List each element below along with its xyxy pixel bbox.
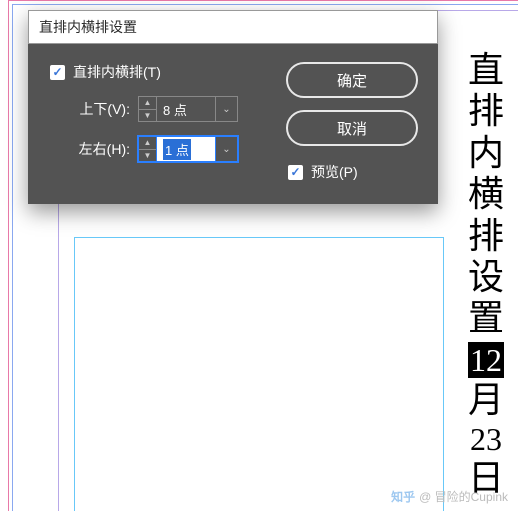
glyph: 月 <box>468 380 504 421</box>
glyph: 23 <box>470 421 502 458</box>
vertical-offset-spinner: ▲ ▼ <box>138 96 156 122</box>
vertical-offset-value: 8 点 <box>163 100 187 119</box>
tatechuyoko-checkbox[interactable]: ✓ <box>50 65 65 80</box>
ok-button-label: 确定 <box>337 70 367 91</box>
horizontal-offset-input[interactable]: 1 点 <box>156 136 216 162</box>
tatechuyoko-dialog: 直排内横排设置 ✓ 直排内横排(T) 上下(V): ▲ ▼ 8 点 ⌄ <box>28 10 438 204</box>
vertical-offset-dropdown[interactable]: ⌄ <box>216 96 238 122</box>
cancel-button[interactable]: 取消 <box>286 110 418 146</box>
glyph: 横 <box>468 174 504 215</box>
glyph: 置 <box>468 298 504 339</box>
dialog-title-bar[interactable]: 直排内横排设置 <box>28 10 438 44</box>
text-frame[interactable] <box>74 237 444 511</box>
watermark-user: @ 冒险的Cupink <box>419 488 508 505</box>
vertical-offset-field: ▲ ▼ 8 点 ⌄ <box>138 96 238 122</box>
cancel-button-label: 取消 <box>337 118 367 139</box>
glyph: 内 <box>468 133 504 174</box>
horizontal-offset-label: 左右(H): <box>50 139 130 159</box>
dialog-buttons: 确定 取消 ✓ 预览(P) <box>286 62 418 182</box>
watermark: 知乎 @ 冒险的Cupink <box>391 488 508 505</box>
tatechuyoko-checkbox-row: ✓ 直排内横排(T) <box>50 62 272 82</box>
glyph: 直 <box>468 50 504 91</box>
dialog-options: ✓ 直排内横排(T) 上下(V): ▲ ▼ 8 点 ⌄ 左右(H): <box>50 62 272 182</box>
horizontal-offset-row: 左右(H): ▲ ▼ 1 点 ⌄ <box>50 136 272 162</box>
vertical-offset-input[interactable]: 8 点 <box>156 96 216 122</box>
tatechuyoko-checkbox-label: 直排内横排(T) <box>73 62 161 82</box>
preview-checkbox-label: 预览(P) <box>311 162 358 182</box>
vertical-offset-label: 上下(V): <box>50 99 130 119</box>
horizontal-offset-field: ▲ ▼ 1 点 ⌄ <box>138 136 238 162</box>
horizontal-offset-value: 1 点 <box>163 139 191 160</box>
tatechuyoko-highlight: 12 <box>468 342 504 378</box>
horizontal-offset-dropdown[interactable]: ⌄ <box>216 136 238 162</box>
vertical-text-column[interactable]: 直 排 内 横 排 设 置 12 月 23 日 <box>464 50 508 499</box>
glyph: 排 <box>468 216 504 257</box>
preview-checkbox[interactable]: ✓ <box>288 165 303 180</box>
vertical-offset-row: 上下(V): ▲ ▼ 8 点 ⌄ <box>50 96 272 122</box>
watermark-site: 知乎 <box>391 488 415 505</box>
dialog-body: ✓ 直排内横排(T) 上下(V): ▲ ▼ 8 点 ⌄ 左右(H): <box>28 44 438 204</box>
ok-button[interactable]: 确定 <box>286 62 418 98</box>
spin-down-icon[interactable]: ▼ <box>139 150 156 162</box>
glyph: 排 <box>468 91 504 132</box>
spin-up-icon[interactable]: ▲ <box>139 97 156 110</box>
preview-checkbox-row: ✓ 预览(P) <box>286 162 418 182</box>
horizontal-offset-spinner: ▲ ▼ <box>138 136 156 162</box>
glyph: 设 <box>468 257 504 298</box>
dialog-title-text: 直排内横排设置 <box>39 19 137 35</box>
spin-down-icon[interactable]: ▼ <box>139 110 156 122</box>
spin-up-icon[interactable]: ▲ <box>139 137 156 150</box>
